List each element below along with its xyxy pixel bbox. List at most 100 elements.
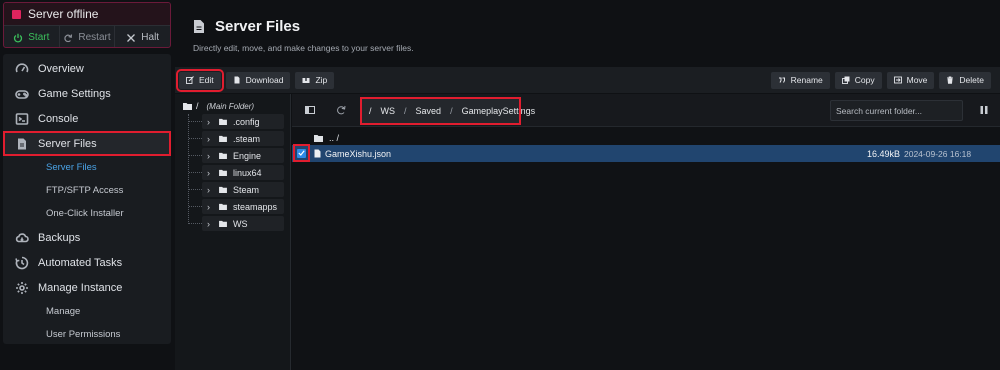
breadcrumb-segment-saved[interactable]: Saved — [416, 106, 442, 116]
tree-root[interactable]: / (Main Folder) — [183, 101, 254, 111]
tree-connector — [189, 206, 202, 207]
search-input[interactable] — [830, 100, 963, 121]
folder-tree: / (Main Folder) › .config › .steam › Eng… — [175, 94, 291, 370]
main-content: Server Files Directly edit, move, and ma… — [175, 0, 1000, 370]
gear-icon — [16, 281, 28, 294]
halt-button[interactable]: Halt — [115, 26, 170, 47]
server-control-card: Server offline Start Restart Halt — [3, 2, 171, 48]
tree-folder-label: .steam — [233, 133, 261, 144]
sidebar-item-label: Manage Instance — [38, 281, 123, 294]
sidebar-item-label: Console — [38, 112, 79, 125]
halt-label: Halt — [141, 32, 160, 43]
archive-icon — [302, 78, 310, 83]
file-name[interactable]: GameXishu.json — [314, 149, 391, 159]
folder-icon — [183, 103, 192, 110]
sidebar-item-console[interactable]: Console — [3, 106, 171, 131]
page-title: Server Files — [193, 18, 414, 35]
copy-button[interactable]: Copy — [834, 71, 882, 89]
sidebar-subitem-manage[interactable]: Manage — [3, 300, 171, 323]
tree-folder-label: linux64 — [233, 167, 262, 178]
folder-icon — [219, 152, 227, 159]
file-row[interactable]: GameXishu.json 16.49kB 2024-09-26 16:18 — [292, 144, 1000, 162]
file-select-checkbox[interactable] — [293, 144, 310, 162]
start-button[interactable]: Start — [4, 26, 60, 47]
sidebar-item-game-settings[interactable]: Game Settings — [3, 81, 171, 106]
tree-root-note: (Main Folder) — [206, 101, 255, 111]
columns-icon[interactable] — [978, 104, 990, 116]
restart-label: Restart — [78, 32, 111, 43]
folder-icon — [314, 134, 323, 142]
refresh-icon[interactable] — [335, 104, 347, 116]
tree-folder-linux64[interactable]: › linux64 — [202, 165, 284, 180]
sidebar-subitem-ftp-access[interactable]: FTP/SFTP Access — [3, 179, 171, 202]
folder-icon — [219, 118, 227, 125]
sidebar-item-server-files[interactable]: Server Files — [3, 131, 171, 156]
tree-root-label: / — [196, 101, 199, 111]
breadcrumb-separator: / — [450, 106, 453, 116]
chevron-right-icon: › — [207, 218, 210, 229]
tree-connector — [189, 172, 202, 173]
power-controls: Start Restart Halt — [4, 25, 170, 47]
download-label: Download — [245, 75, 284, 85]
chevron-right-icon: › — [207, 167, 210, 178]
file-size: 16.49kB — [867, 148, 901, 159]
move-button[interactable]: Move — [886, 71, 935, 89]
tree-folder-engine[interactable]: › Engine — [202, 148, 284, 163]
rename-button[interactable]: Rename — [770, 71, 830, 89]
sidebar-subitem-one-click-installer[interactable]: One-Click Installer — [3, 202, 171, 225]
start-label: Start — [28, 32, 50, 43]
sidebar: Server offline Start Restart Halt Overvi… — [0, 0, 175, 370]
file-name-label: GameXishu.json — [325, 148, 392, 159]
file-icon — [194, 20, 204, 33]
edit-icon — [186, 76, 194, 84]
check-icon — [298, 150, 305, 156]
edit-button[interactable]: Edit — [176, 68, 224, 92]
tree-connector — [189, 223, 202, 224]
breadcrumb-root[interactable]: / — [369, 106, 372, 116]
chevron-right-icon: › — [207, 201, 210, 212]
sidebar-subitem-server-files[interactable]: Server Files — [3, 156, 171, 179]
tree-folder-steam[interactable]: › Steam — [202, 182, 284, 197]
sidebar-item-label: Server Files — [38, 137, 97, 150]
browser-header: / WS / Saved / GameplaySettings — [292, 94, 1000, 127]
zip-button[interactable]: Zip — [295, 71, 335, 89]
sidebar-item-overview[interactable]: Overview — [3, 56, 171, 81]
sidebar-item-label: Automated Tasks — [38, 256, 123, 269]
chevron-right-icon: › — [207, 150, 210, 161]
sidebar-item-label: Backups — [38, 231, 81, 244]
sidebar-item-backups[interactable]: Backups — [3, 225, 171, 250]
copy-icon — [841, 76, 850, 84]
folder-icon — [219, 203, 227, 210]
sidebar-nav: Overview Game Settings Console Server Fi… — [3, 54, 171, 344]
gauge-icon — [15, 62, 29, 72]
sidebar-subitem-user-permissions[interactable]: User Permissions — [3, 323, 171, 346]
delete-button[interactable]: Delete — [939, 71, 991, 89]
terminal-icon — [15, 112, 29, 125]
download-button[interactable]: Download — [225, 71, 291, 89]
tree-folder-steamapps[interactable]: › steamapps — [202, 199, 284, 214]
tree-folder-config[interactable]: › .config — [202, 114, 284, 129]
sidebar-toggle-icon[interactable] — [304, 104, 316, 116]
tree-folder-steam-hidden[interactable]: › .steam — [202, 131, 284, 146]
folder-icon — [219, 186, 227, 193]
file-modified-date: 2024-09-26 16:18 — [904, 148, 972, 159]
tree-connector — [189, 138, 202, 139]
file-browser: / WS / Saved / GameplaySettings .. / — [292, 94, 1000, 370]
parent-folder-row[interactable]: .. / — [292, 129, 1000, 146]
restart-icon — [64, 33, 73, 42]
chevron-right-icon: › — [207, 133, 210, 144]
restart-button[interactable]: Restart — [60, 26, 116, 47]
tree-folder-label: Steam — [233, 184, 260, 195]
page-subtitle: Directly edit, move, and make changes to… — [193, 43, 414, 53]
breadcrumb-segment-gameplaysettings[interactable]: GameplaySettings — [462, 106, 536, 116]
sidebar-item-automated-tasks[interactable]: Automated Tasks — [3, 250, 171, 275]
sidebar-item-manage-instance[interactable]: Manage Instance — [3, 275, 171, 300]
tree-connector — [189, 155, 202, 156]
tree-folder-ws[interactable]: › WS — [202, 216, 284, 231]
checkbox-checked — [297, 148, 306, 158]
move-label: Move — [906, 75, 928, 85]
move-icon — [893, 76, 902, 84]
chevron-right-icon: › — [207, 116, 210, 127]
breadcrumb-segment-ws[interactable]: WS — [381, 106, 396, 116]
tree-folder-label: Engine — [233, 150, 262, 161]
